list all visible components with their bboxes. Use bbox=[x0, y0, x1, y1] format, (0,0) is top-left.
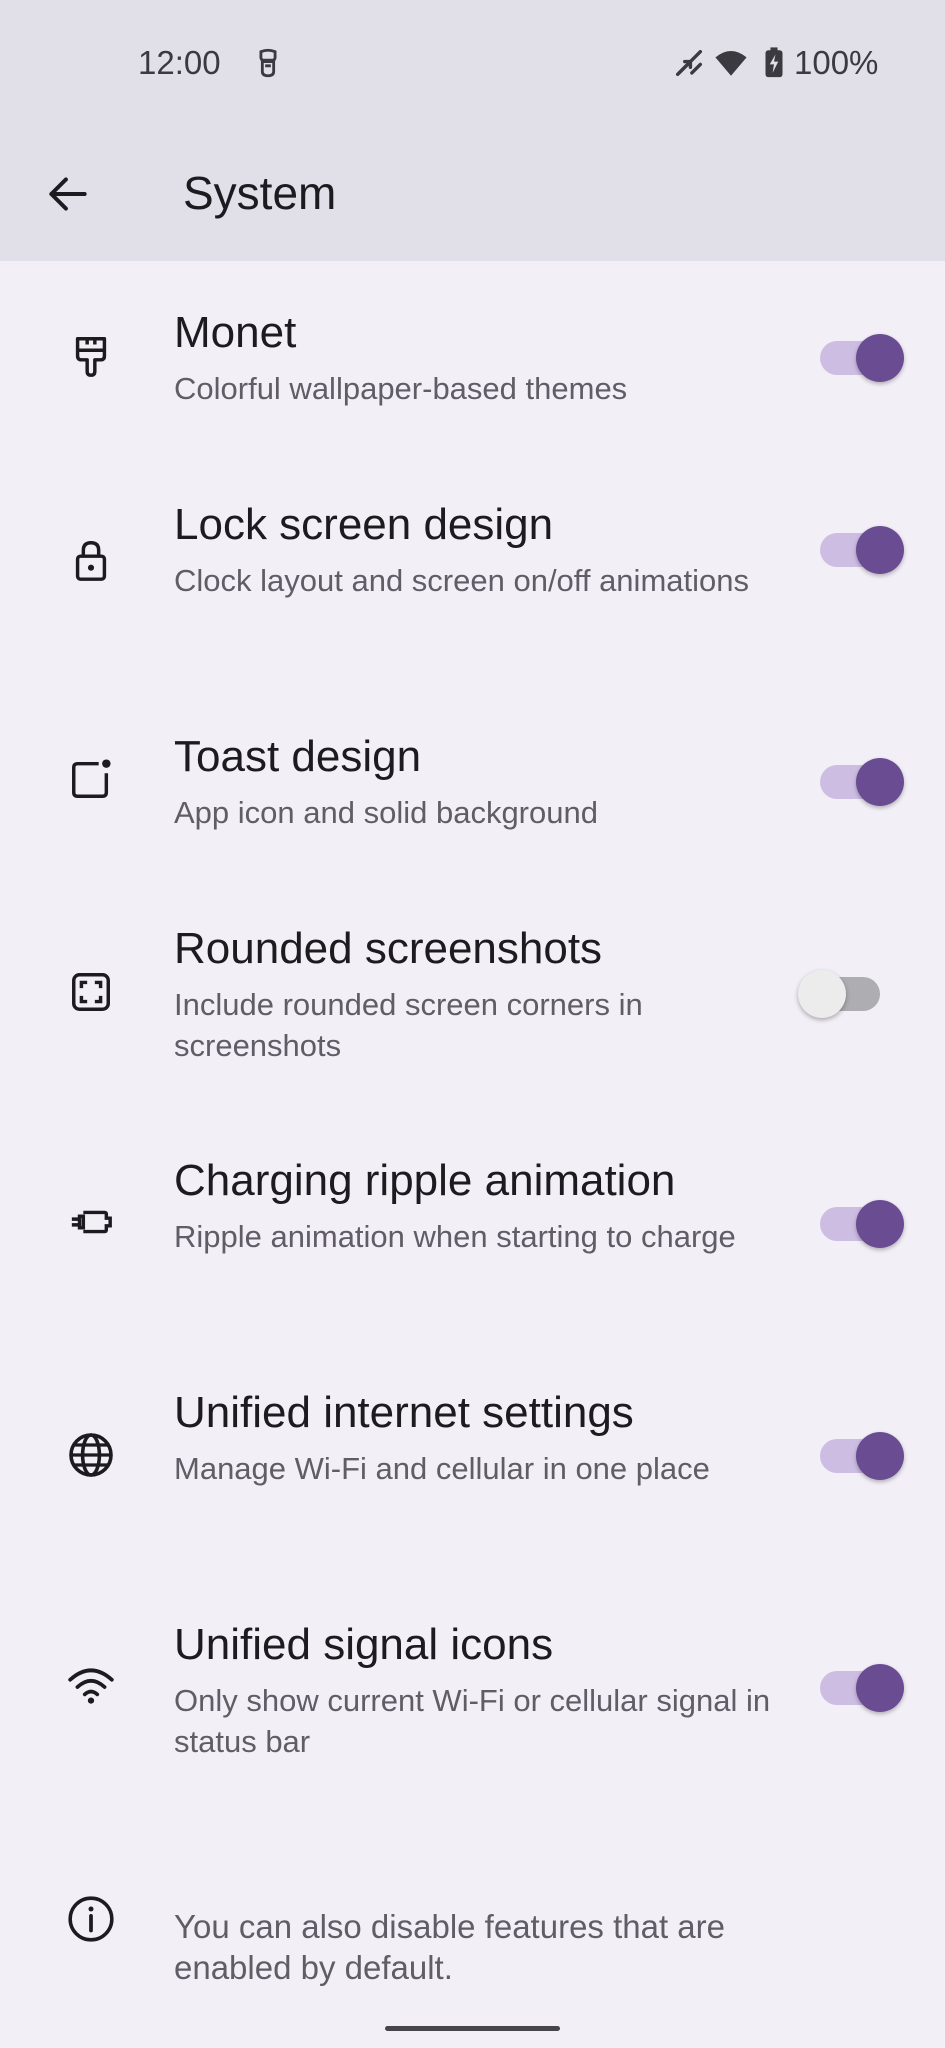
setting-title: Unified internet settings bbox=[174, 1388, 634, 1437]
toggle-switch-lock-screen-design[interactable] bbox=[818, 516, 910, 580]
setting-summary: Clock layout and screen on/off animation… bbox=[174, 563, 749, 598]
battery-percentage: 100% bbox=[794, 44, 879, 81]
wifi-icon bbox=[715, 50, 747, 76]
notification-app-icon bbox=[259, 48, 277, 78]
toggle-switch-monet[interactable] bbox=[818, 324, 910, 388]
page-title: System bbox=[183, 167, 337, 219]
setting-summary: Ripple animation when starting to charge bbox=[174, 1219, 736, 1254]
toggle-switch-charging-ripple-animation[interactable] bbox=[818, 1190, 910, 1254]
paintbrush-icon bbox=[60, 325, 122, 387]
setting-summary: Include rounded screen corners in screen… bbox=[174, 987, 643, 1063]
arrow-back-icon bbox=[49, 177, 87, 211]
home-indicator[interactable] bbox=[385, 2026, 560, 2031]
setting-row-unified-internet-settings[interactable]: Unified internet settings Manage Wi-Fi a… bbox=[0, 1380, 945, 1540]
toggle-switch-unified-signal-icons[interactable] bbox=[818, 1654, 910, 1718]
setting-row-toast-design[interactable]: Toast design App icon and solid backgrou… bbox=[0, 724, 945, 844]
setting-row-rounded-screenshots[interactable]: Rounded screenshots Include rounded scre… bbox=[0, 916, 945, 1076]
toast-icon bbox=[60, 748, 122, 810]
globe-icon bbox=[60, 1424, 122, 1486]
call-muted-icon bbox=[675, 49, 703, 77]
setting-row-lock-screen-design[interactable]: Lock screen design Clock layout and scre… bbox=[0, 492, 945, 652]
wifi-icon bbox=[60, 1655, 122, 1717]
setting-title: Lock screen design bbox=[174, 500, 554, 549]
setting-summary: Manage Wi-Fi and cellular in one place bbox=[174, 1451, 710, 1486]
setting-summary: Only show current Wi-Fi or cellular sign… bbox=[174, 1683, 771, 1759]
setting-row-charging-ripple-animation[interactable]: Charging ripple animation Ripple animati… bbox=[0, 1148, 945, 1308]
battery-charging-icon bbox=[765, 47, 783, 78]
lock-icon bbox=[60, 529, 122, 591]
screenshot-icon bbox=[60, 961, 122, 1023]
setting-title: Monet bbox=[174, 308, 297, 357]
setting-summary: Colorful wallpaper-based themes bbox=[174, 371, 628, 406]
setting-title: Toast design bbox=[174, 732, 422, 781]
setting-summary: App icon and solid background bbox=[174, 795, 598, 830]
status-time: 12:00 bbox=[138, 44, 221, 81]
toggle-switch-rounded-screenshots[interactable] bbox=[798, 960, 910, 1024]
charging-plug-icon bbox=[60, 1191, 122, 1253]
info-icon bbox=[60, 1888, 122, 1950]
setting-title: Rounded screenshots bbox=[174, 924, 603, 973]
info-text: You can also disable features that are e… bbox=[174, 1908, 725, 1986]
status-bar: 12:00 100% bbox=[0, 0, 945, 130]
setting-row-unified-signal-icons[interactable]: Unified signal icons Only show current W… bbox=[0, 1612, 945, 1772]
setting-row-monet[interactable]: Monet Colorful wallpaper-based themes bbox=[0, 300, 945, 420]
setting-title: Unified signal icons bbox=[174, 1620, 554, 1669]
toggle-switch-unified-internet-settings[interactable] bbox=[818, 1422, 910, 1486]
setting-title: Charging ripple animation bbox=[174, 1156, 676, 1205]
back-button[interactable] bbox=[28, 154, 108, 234]
app-bar: System bbox=[0, 130, 945, 261]
toggle-switch-toast-design[interactable] bbox=[818, 748, 910, 812]
